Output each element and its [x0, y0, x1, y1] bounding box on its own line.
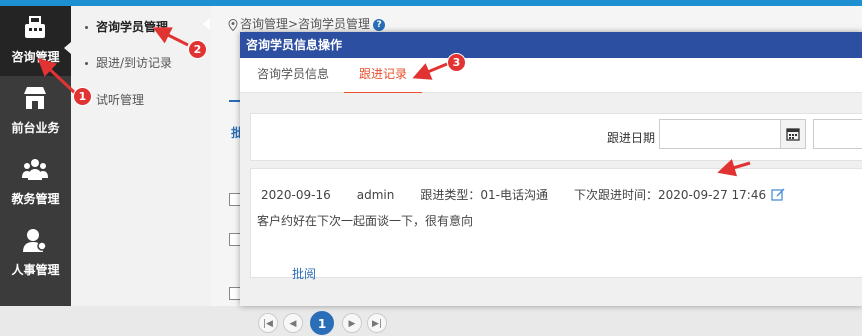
- annotation-arrow-2: [152, 27, 189, 47]
- next-page-button[interactable]: ▶: [342, 313, 362, 333]
- annotation-badge-2: 2: [188, 40, 207, 59]
- annotation-arrow-4: [717, 158, 751, 177]
- prev-page-button[interactable]: ◀: [283, 313, 303, 333]
- annotation-badge-3: 3: [447, 53, 466, 72]
- annotation-badge-1: 1: [73, 87, 92, 106]
- last-page-button[interactable]: ▶|: [367, 313, 387, 333]
- annotation-arrows: [37, 27, 751, 177]
- page-button-current[interactable]: 1: [310, 311, 334, 335]
- annotation-arrow-3: [412, 62, 448, 80]
- first-page-button[interactable]: |◀: [258, 313, 278, 333]
- annotation-arrow-1: [37, 57, 77, 95]
